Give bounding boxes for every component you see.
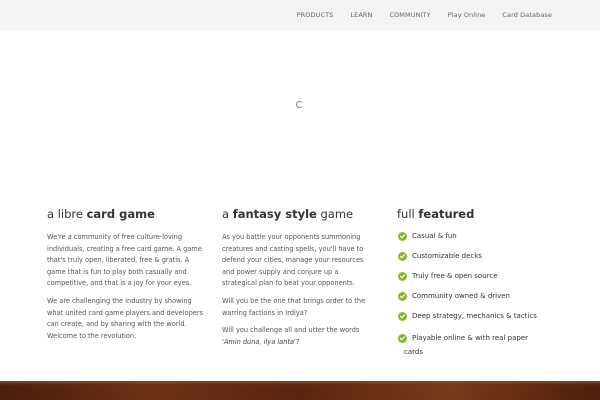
fantasy-style-column: a fantasy style game As you battle your … xyxy=(222,206,374,354)
elvish-quote: 'Amin duna, ilya lanta' xyxy=(222,337,296,346)
feature-item: Truly free & open source xyxy=(397,271,557,282)
nav-card-database[interactable]: Card Database xyxy=(502,11,552,19)
feature-label: Community owned & driven xyxy=(412,292,510,300)
feature-label: Deep strategy, mechanics & tactics xyxy=(412,312,537,320)
feature-item: Customizable decks xyxy=(397,251,557,262)
fantasy-paragraph-3: Will you challenge all and utter the wor… xyxy=(222,325,374,348)
nav-learn[interactable]: LEARN xyxy=(350,11,372,19)
featured-heading-strong: featured xyxy=(418,207,475,221)
nav-play-online[interactable]: Play Online xyxy=(448,11,486,19)
feature-label-continued: cards xyxy=(404,348,423,356)
full-featured-column: full featured Casual & fun Customizable … xyxy=(397,206,557,359)
check-circle-icon xyxy=(398,312,407,321)
main-nav: PRODUCTS LEARN COMMUNITY Play Online Car… xyxy=(280,0,552,30)
feature-list: Casual & fun Customizable decks Truly fr… xyxy=(397,231,557,359)
feature-item: Community owned & driven xyxy=(397,291,557,302)
libre-paragraph-1: We're a community of free culture-loving… xyxy=(47,233,202,288)
challenge-text: Will you challenge all and utter the wor… xyxy=(222,326,360,335)
feature-label: Customizable decks xyxy=(412,252,482,260)
check-circle-icon xyxy=(398,232,407,241)
fantasy-paragraph-2: Will you be the one that brings order to… xyxy=(222,296,366,317)
nav-products[interactable]: PRODUCTS xyxy=(297,11,334,19)
feature-item: Casual & fun xyxy=(397,231,557,242)
feature-label: Casual & fun xyxy=(412,232,457,240)
feature-item: Playable online & with real paper cards xyxy=(397,331,557,359)
fantasy-heading-strong: fantasy style xyxy=(232,207,317,221)
check-circle-icon xyxy=(398,334,407,343)
quote-end: ? xyxy=(295,337,300,346)
feature-label: Playable online & with real paper xyxy=(412,334,528,342)
check-circle-icon xyxy=(398,252,407,261)
feature-item: Deep strategy, mechanics & tactics xyxy=(397,311,557,322)
check-circle-icon xyxy=(398,292,407,301)
feature-label: Truly free & open source xyxy=(412,272,498,280)
fantasy-heading: a fantasy style game xyxy=(222,206,374,222)
nav-community[interactable]: COMMUNITY xyxy=(389,11,430,19)
check-circle-icon xyxy=(398,272,407,281)
libre-heading: a libre card game xyxy=(47,206,205,222)
featured-heading-lead: full xyxy=(397,207,419,221)
fantasy-heading-tail: game xyxy=(316,207,354,221)
libre-card-game-column: a libre card game We're a community of f… xyxy=(47,206,205,348)
footer-band xyxy=(0,381,600,400)
libre-heading-strong: card game xyxy=(86,207,155,221)
libre-paragraph-2: We are challenging the industry by showi… xyxy=(47,296,203,340)
fantasy-heading-lead: a xyxy=(222,207,233,221)
fantasy-paragraph-1: As you battle your opponents summoning c… xyxy=(222,233,364,288)
top-navigation-bar: PRODUCTS LEARN COMMUNITY Play Online Car… xyxy=(0,0,600,30)
loading-spinner-icon xyxy=(296,101,303,108)
libre-heading-lead: a libre xyxy=(47,207,87,221)
featured-heading: full featured xyxy=(397,206,557,222)
